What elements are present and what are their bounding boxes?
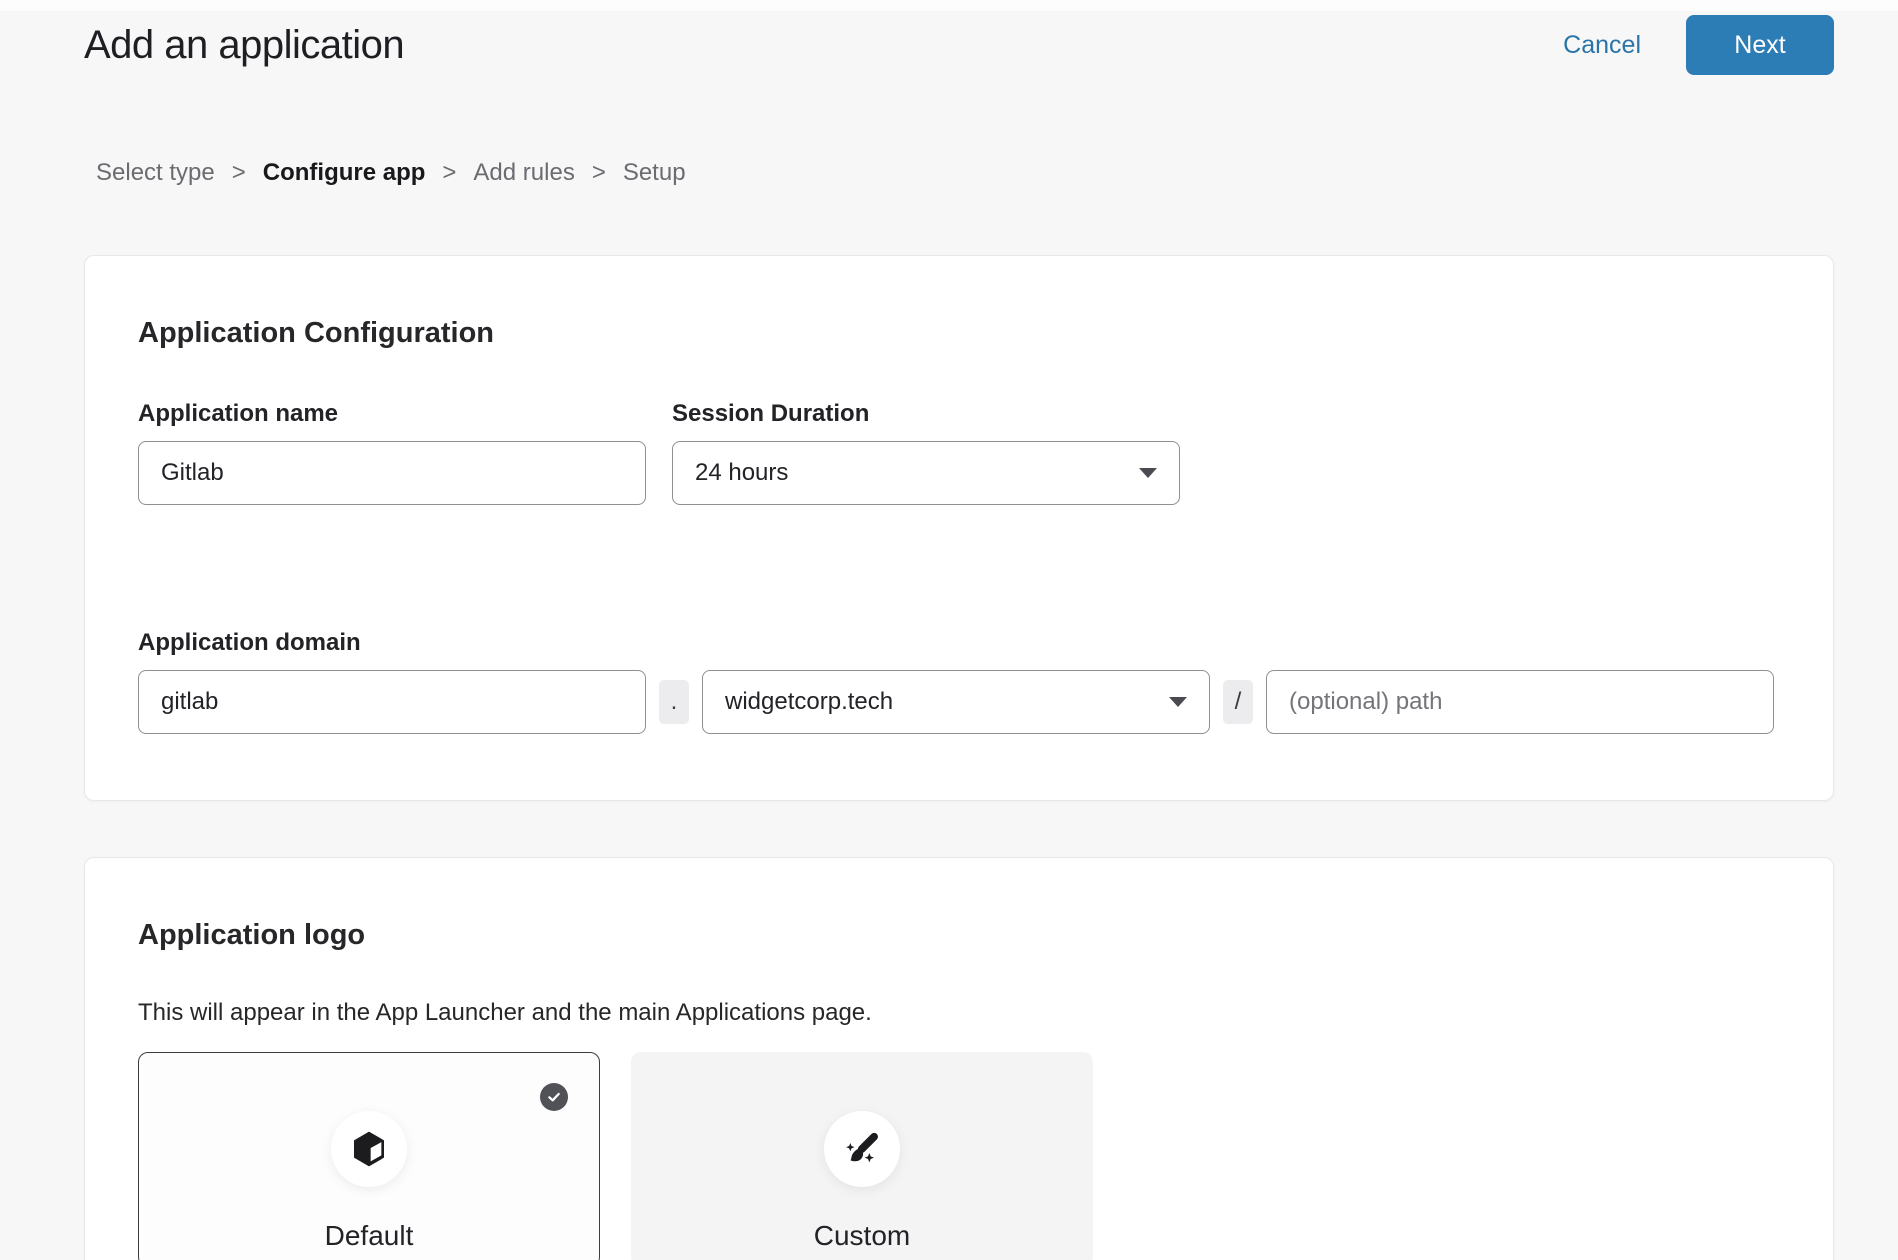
paintbrush-icon: [842, 1129, 882, 1169]
subdomain-input[interactable]: [138, 670, 646, 734]
breadcrumb-separator: >: [592, 159, 606, 187]
session-duration-value: 24 hours: [695, 459, 788, 487]
breadcrumb-separator: >: [442, 159, 456, 187]
next-button[interactable]: Next: [1686, 15, 1834, 75]
page-title: Add an application: [84, 23, 404, 68]
path-input[interactable]: [1266, 670, 1774, 734]
breadcrumb-step-add-rules[interactable]: Add rules: [473, 159, 574, 187]
custom-logo-circle: [824, 1111, 900, 1187]
name-session-row: Application name Session Duration 24 hou…: [138, 400, 1780, 505]
application-name-field-group: Application name: [138, 400, 646, 505]
breadcrumb-separator: >: [232, 159, 246, 187]
dot-separator: .: [659, 680, 689, 724]
application-logo-card: Application logo This will appear in the…: [84, 857, 1834, 1260]
application-configuration-card: Application Configuration Application na…: [84, 255, 1834, 801]
application-domain-label: Application domain: [138, 629, 1780, 657]
session-duration-field-group: Session Duration 24 hours: [672, 400, 1180, 505]
application-logo-description: This will appear in the App Launcher and…: [138, 998, 1780, 1028]
logo-option-label: Custom: [814, 1220, 910, 1252]
header-actions: Cancel Next: [1563, 15, 1834, 75]
session-duration-select[interactable]: 24 hours: [672, 441, 1180, 505]
page-header: Add an application Cancel Next: [0, 11, 1898, 75]
cancel-button[interactable]: Cancel: [1563, 31, 1641, 60]
chevron-down-icon: [1169, 697, 1187, 707]
application-name-label: Application name: [138, 400, 646, 428]
breadcrumb-step-setup[interactable]: Setup: [623, 159, 686, 187]
cube-icon: [349, 1129, 389, 1169]
logo-option-default[interactable]: Default: [138, 1052, 600, 1260]
application-configuration-title: Application Configuration: [138, 316, 1780, 350]
session-duration-label: Session Duration: [672, 400, 1180, 428]
slash-separator: /: [1223, 680, 1253, 724]
application-name-input[interactable]: [138, 441, 646, 505]
domain-select-value: widgetcorp.tech: [725, 688, 893, 716]
selected-check-badge: [540, 1083, 568, 1111]
logo-option-tiles: Default Custom: [138, 1052, 1780, 1260]
application-domain-field-group: Application domain . widgetcorp.tech /: [138, 629, 1780, 734]
application-logo-title: Application logo: [138, 918, 1780, 952]
breadcrumb: Select type > Configure app > Add rules …: [96, 159, 1898, 187]
domain-select[interactable]: widgetcorp.tech: [702, 670, 1210, 734]
breadcrumb-step-configure-app[interactable]: Configure app: [263, 159, 426, 187]
application-domain-row: . widgetcorp.tech /: [138, 670, 1780, 734]
default-logo-circle: [331, 1111, 407, 1187]
logo-option-label: Default: [325, 1220, 414, 1252]
check-icon: [546, 1089, 562, 1105]
breadcrumb-step-select-type[interactable]: Select type: [96, 159, 215, 187]
window-top-strip: [0, 0, 1898, 11]
chevron-down-icon: [1139, 468, 1157, 478]
logo-option-custom[interactable]: Custom: [631, 1052, 1093, 1260]
